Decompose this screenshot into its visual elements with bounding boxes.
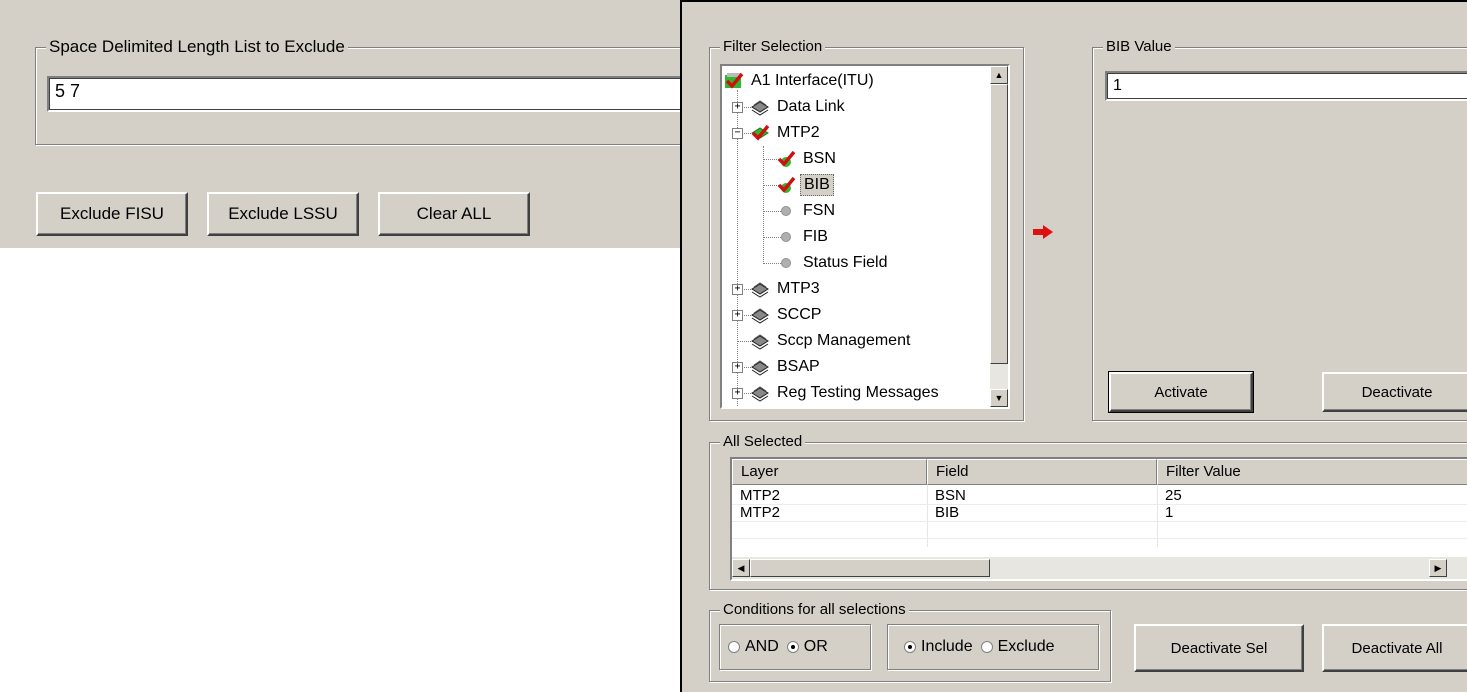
activate-button[interactable]: Activate bbox=[1108, 371, 1254, 413]
deactivate-all-button[interactable]: Deactivate All bbox=[1322, 624, 1467, 672]
bib-value-label: BIB Value bbox=[1103, 37, 1175, 57]
tree-item-label: Sccp Management bbox=[777, 332, 911, 349]
include-label: Include bbox=[921, 638, 973, 655]
all-selected-label: All Selected bbox=[720, 432, 806, 452]
layer-stack-icon bbox=[750, 358, 770, 376]
layer-stack-icon bbox=[750, 280, 770, 298]
collapse-mtp2-icon[interactable]: − bbox=[732, 128, 743, 139]
exclude-length-group: Space Delimited Length List to Exclude 5… bbox=[35, 36, 687, 145]
tree-item-reg-testing[interactable]: Reg Testing Messages bbox=[750, 380, 942, 406]
scroll-up-icon[interactable]: ▲ bbox=[990, 66, 1008, 84]
list-horizontal-scrollbar[interactable]: ◀ ▶ bbox=[732, 557, 1467, 579]
column-header-filter-value[interactable]: Filter Value bbox=[1157, 459, 1467, 485]
logic-radio-row: AND OR bbox=[728, 638, 836, 656]
or-radio[interactable]: OR bbox=[786, 638, 828, 656]
include-radio-button[interactable] bbox=[904, 641, 916, 653]
tree-item-sccp-management[interactable]: Sccp Management bbox=[750, 328, 913, 354]
tree-item-label: SCCP bbox=[777, 306, 822, 323]
layer-stack-icon bbox=[750, 306, 770, 324]
tree-item-label: Status Field bbox=[803, 254, 888, 271]
exclude-length-value: 5 7 bbox=[55, 81, 81, 101]
scroll-down-icon[interactable]: ▼ bbox=[990, 389, 1008, 407]
tree-item-label: MTP2 bbox=[777, 124, 820, 141]
bib-value-input[interactable]: 1 bbox=[1105, 71, 1467, 101]
tree-item-status-field[interactable]: Status Field bbox=[776, 250, 890, 276]
cell-filter-value: 1 bbox=[1165, 504, 1174, 521]
gray-dot-icon bbox=[776, 254, 796, 272]
cell-filter-value: 25 bbox=[1165, 487, 1182, 504]
expand-sccp-icon[interactable]: + bbox=[732, 310, 743, 321]
arrow-right-icon bbox=[1033, 225, 1053, 239]
gray-dot-icon bbox=[776, 202, 796, 220]
and-radio[interactable]: AND bbox=[728, 638, 779, 656]
tree-item-label: Data Link bbox=[777, 98, 845, 115]
scroll-left-icon[interactable]: ◀ bbox=[732, 559, 750, 577]
tree-item-label: MTP3 bbox=[777, 280, 820, 297]
filter-selection-label: Filter Selection bbox=[720, 37, 826, 57]
tree-item-label: FSN bbox=[803, 202, 835, 219]
tree-scroll-thumb[interactable] bbox=[990, 84, 1008, 364]
tree-item-fib[interactable]: FIB bbox=[776, 224, 831, 250]
cell-layer: MTP2 bbox=[740, 504, 781, 521]
length-exclude-panel: Space Delimited Length List to Exclude 5… bbox=[0, 0, 687, 248]
tree-item-fsn[interactable]: FSN bbox=[776, 198, 838, 224]
tree-item-bsn[interactable]: BSN bbox=[776, 146, 839, 172]
exclude-fisu-button[interactable]: Exclude FISU bbox=[36, 192, 188, 236]
layer-stack-icon bbox=[750, 98, 770, 116]
or-radio-button[interactable] bbox=[786, 641, 799, 653]
exclude-length-input[interactable]: 5 7 bbox=[47, 76, 687, 112]
gray-dot-icon bbox=[776, 228, 796, 246]
tree-item-label: Reg Testing Messages bbox=[777, 384, 939, 401]
column-header-field[interactable]: Field bbox=[927, 459, 1157, 485]
exclude-lssu-button[interactable]: Exclude LSSU bbox=[207, 192, 359, 236]
list-scroll-thumb[interactable] bbox=[750, 559, 990, 577]
deactivate-button[interactable]: Deactivate bbox=[1322, 372, 1467, 412]
tree-item-sccp[interactable]: SCCP bbox=[750, 302, 824, 328]
bib-value-text: 1 bbox=[1113, 77, 1122, 94]
expand-data-link-icon[interactable]: + bbox=[732, 102, 743, 113]
exclude-radio-button[interactable] bbox=[980, 641, 993, 653]
include-radio[interactable]: Include bbox=[904, 638, 973, 656]
selected-filters-list[interactable]: Layer Field Filter Value MTP2 BSN 25 MTP… bbox=[730, 457, 1467, 581]
and-label: AND bbox=[745, 638, 779, 655]
tree-item-label: BSN bbox=[803, 150, 836, 167]
tree-vertical-scrollbar[interactable]: ▲ ▼ bbox=[990, 66, 1008, 407]
tree-item-a1-interface[interactable]: A1 Interface(ITU) bbox=[724, 68, 877, 94]
tree-item-mtp3[interactable]: MTP3 bbox=[750, 276, 823, 302]
and-radio-button[interactable] bbox=[728, 641, 740, 653]
tree-item-label: A1 Interface(ITU) bbox=[751, 72, 874, 89]
exclude-label: Exclude bbox=[997, 638, 1055, 655]
tree-item-bib[interactable]: BIB bbox=[776, 172, 834, 198]
mode-radio-row: Include Exclude bbox=[904, 638, 1063, 656]
expand-mtp3-icon[interactable]: + bbox=[732, 284, 743, 295]
tree-item-label: BSAP bbox=[777, 358, 820, 375]
filter-dialog: Filter Selection + − + + + + A1 Interfac… bbox=[680, 0, 1467, 692]
expand-bsap-icon[interactable]: + bbox=[732, 362, 743, 373]
clear-all-button[interactable]: Clear ALL bbox=[378, 192, 530, 236]
column-header-layer[interactable]: Layer bbox=[732, 459, 927, 485]
cell-layer: MTP2 bbox=[740, 487, 781, 504]
red-check-icon bbox=[776, 176, 796, 194]
layer-stack-icon bbox=[750, 332, 770, 350]
tree-item-bsap[interactable]: BSAP bbox=[750, 354, 823, 380]
checked-layer-icon bbox=[750, 124, 770, 142]
conditions-label: Conditions for all selections bbox=[720, 600, 909, 620]
tree-item-data-link[interactable]: Data Link bbox=[750, 94, 848, 120]
exclude-length-group-label: Space Delimited Length List to Exclude bbox=[46, 36, 348, 58]
bib-value-group: BIB Value bbox=[1092, 37, 1467, 421]
exclude-radio[interactable]: Exclude bbox=[980, 638, 1055, 656]
deactivate-sel-button[interactable]: Deactivate Sel bbox=[1134, 624, 1304, 672]
red-check-icon bbox=[776, 150, 796, 168]
checked-layer-icon bbox=[724, 72, 744, 90]
cell-field: BIB bbox=[935, 504, 960, 521]
tree-item-label: FIB bbox=[803, 228, 828, 245]
tree-item-mtp2[interactable]: MTP2 bbox=[750, 120, 823, 146]
expand-reg-testing-icon[interactable]: + bbox=[732, 388, 743, 399]
layer-stack-icon bbox=[750, 384, 770, 402]
tree-item-label: BIB bbox=[800, 174, 834, 196]
scroll-right-icon[interactable]: ▶ bbox=[1429, 559, 1447, 577]
or-label: OR bbox=[803, 638, 828, 655]
filter-tree[interactable]: + − + + + + A1 Interface(ITU) Data Link … bbox=[720, 64, 1010, 409]
cell-field: BSN bbox=[935, 487, 966, 504]
